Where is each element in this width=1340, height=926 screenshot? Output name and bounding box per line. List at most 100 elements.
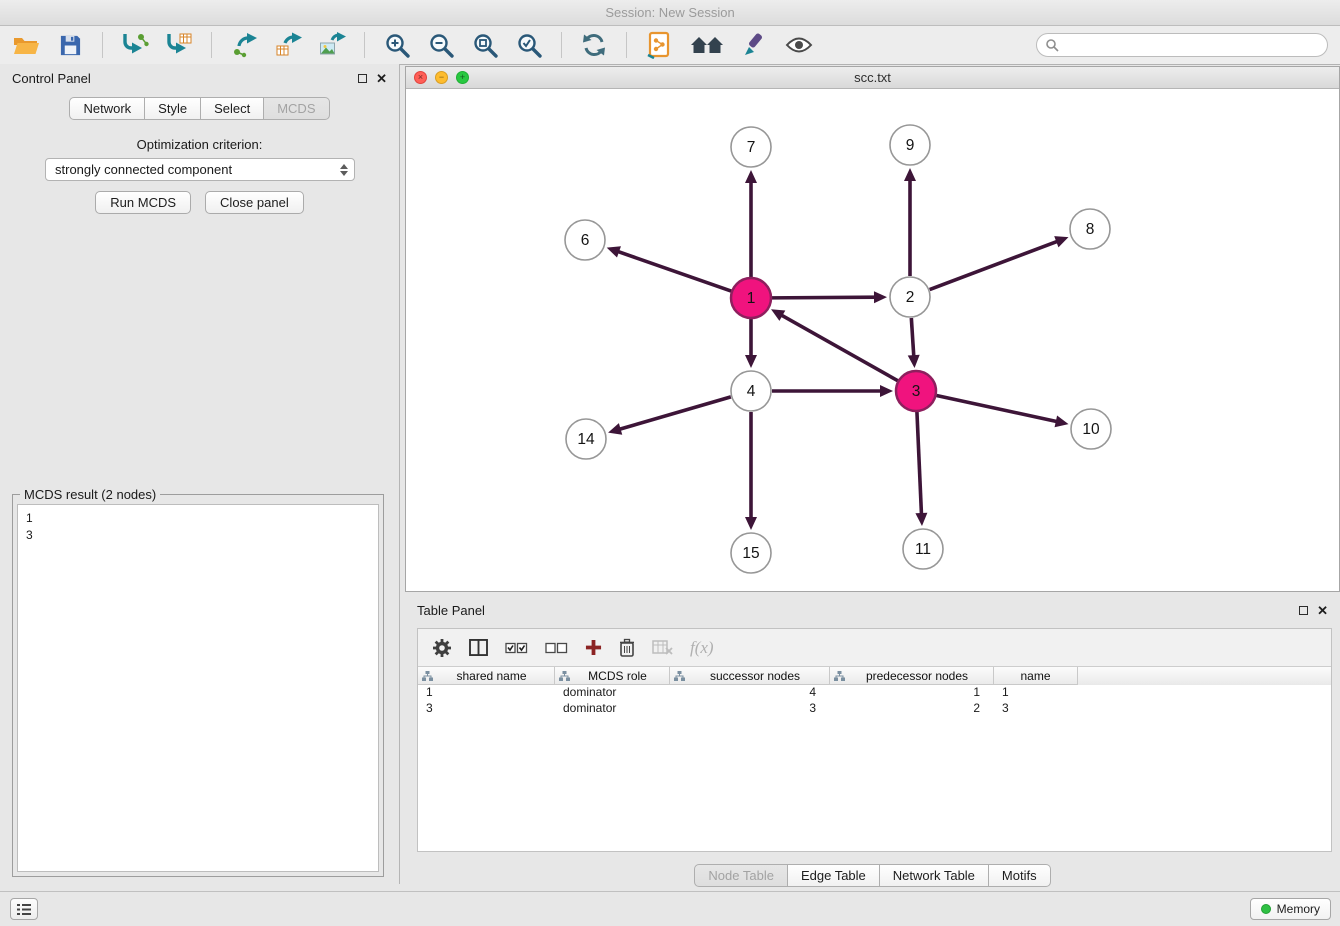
graph-edge-3-10[interactable] [937,395,1058,421]
search-icon [1045,38,1059,52]
cell-name[interactable]: 3 [994,701,1078,717]
graph-edge-2-3[interactable] [911,318,913,357]
select-all-columns-button[interactable] [505,642,528,654]
graph-node-label: 2 [906,289,915,306]
graph-arrowhead [880,385,893,397]
style-pen-icon [742,32,768,58]
tab-motifs[interactable]: Motifs [989,864,1051,887]
close-panel-button[interactable]: Close panel [205,191,304,214]
zoom-selected-button[interactable] [513,29,545,61]
columns-icon [469,639,488,656]
zoom-fit-icon [472,32,499,59]
table-row[interactable]: 1 dominator 4 1 1 [418,685,1331,701]
search-input[interactable] [1065,38,1319,52]
tab-node-table[interactable]: Node Table [694,864,788,887]
graph-edge-1-2[interactable] [772,297,876,298]
tab-style[interactable]: Style [145,97,201,120]
zoom-out-button[interactable] [425,29,457,61]
task-history-button[interactable] [10,898,38,920]
cell-mcds-role[interactable]: dominator [555,701,670,717]
tab-edge-table[interactable]: Edge Table [788,864,880,887]
float-panel-icon[interactable] [1299,606,1308,615]
graph-node-label: 9 [906,137,915,154]
table-row[interactable]: 3 dominator 3 2 3 [418,701,1331,717]
column-header-name[interactable]: name [994,667,1078,685]
export-network-button[interactable] [228,29,260,61]
tab-select[interactable]: Select [201,97,264,120]
import-table-button[interactable] [163,29,195,61]
export-table-button[interactable] [272,29,304,61]
memory-button[interactable]: Memory [1250,898,1331,920]
refresh-layout-icon [581,32,607,58]
minimize-window-icon[interactable]: − [435,71,448,84]
cell-predecessor-nodes[interactable]: 2 [830,701,994,717]
table-panel-header: Table Panel ✕ [405,596,1340,624]
tab-mcds[interactable]: MCDS [264,97,329,120]
control-panel: Control Panel ✕ Network Style Select MCD… [0,64,400,884]
tab-network[interactable]: Network [69,97,145,120]
cell-predecessor-nodes[interactable]: 1 [830,685,994,701]
graph-node-label: 8 [1086,221,1095,238]
graph-arrowhead [745,170,757,183]
export-image-button[interactable] [316,29,348,61]
graph-edge-3-11[interactable] [917,412,922,515]
delete-columns-button[interactable] [619,638,635,658]
import-network-button[interactable] [119,29,151,61]
style-brush-button[interactable] [739,29,771,61]
cell-shared-name[interactable]: 3 [418,701,555,717]
create-column-button[interactable] [585,639,602,656]
column-type-icon [674,671,685,681]
delete-table-button[interactable] [652,640,673,655]
graph-arrowhead [874,291,887,303]
show-details-button[interactable] [783,29,815,61]
dropdown-selected-value: strongly connected component [55,162,340,177]
first-neighbors-button[interactable] [687,29,727,61]
save-session-button[interactable] [54,29,86,61]
function-builder-button[interactable]: f(x) [690,638,714,658]
zoom-fit-button[interactable] [469,29,501,61]
window-titlebar: Session: New Session [0,0,1340,26]
graph-node-label: 14 [577,431,595,448]
table-panel-title: Table Panel [417,603,485,618]
show-columns-button[interactable] [469,639,488,656]
cell-successor-nodes[interactable]: 4 [670,685,830,701]
network-graph: 7968124314101511 [406,89,1339,591]
cell-successor-nodes[interactable]: 3 [670,701,830,717]
graph-edge-2-8[interactable] [930,241,1059,290]
zoom-out-icon [428,32,455,59]
graph-edge-1-6[interactable] [617,251,731,291]
column-header-mcds-role[interactable]: MCDS role [555,667,670,685]
network-canvas[interactable]: 7968124314101511 [406,89,1339,591]
cell-mcds-role[interactable]: dominator [555,685,670,701]
toolbar-separator [211,32,212,58]
graph-edge-3-1[interactable] [781,315,898,381]
graph-edge-4-14[interactable] [619,397,731,430]
table-settings-button[interactable] [432,638,452,658]
document-network-icon [647,31,671,59]
gear-icon [432,638,452,658]
global-search-field[interactable] [1036,33,1328,57]
cell-shared-name[interactable]: 1 [418,685,555,701]
tab-network-table[interactable]: Network Table [880,864,989,887]
network-from-selection-button[interactable] [643,29,675,61]
toolbar-separator [364,32,365,58]
close-panel-icon[interactable]: ✕ [376,72,387,85]
optimization-criterion-dropdown[interactable]: strongly connected component [45,158,355,181]
column-header-predecessor-nodes[interactable]: predecessor nodes [830,667,994,685]
column-header-shared-name[interactable]: shared name [418,667,555,685]
mcds-result-list[interactable]: 1 3 [17,504,379,872]
column-header-successor-nodes[interactable]: successor nodes [670,667,830,685]
network-window-title: scc.txt [854,70,891,85]
apply-layout-button[interactable] [578,29,610,61]
zoom-in-button[interactable] [381,29,413,61]
close-window-icon[interactable]: × [414,71,427,84]
close-panel-icon[interactable]: ✕ [1317,604,1328,617]
unselect-all-columns-button[interactable] [545,642,568,654]
zoom-window-icon[interactable]: + [456,71,469,84]
float-panel-icon[interactable] [358,74,367,83]
cell-name[interactable]: 1 [994,685,1078,701]
graph-node-label: 7 [747,139,756,156]
open-session-button[interactable] [10,29,42,61]
run-mcds-button[interactable]: Run MCDS [95,191,191,214]
network-view-window: × − + scc.txt 7968124314101511 [405,66,1340,592]
